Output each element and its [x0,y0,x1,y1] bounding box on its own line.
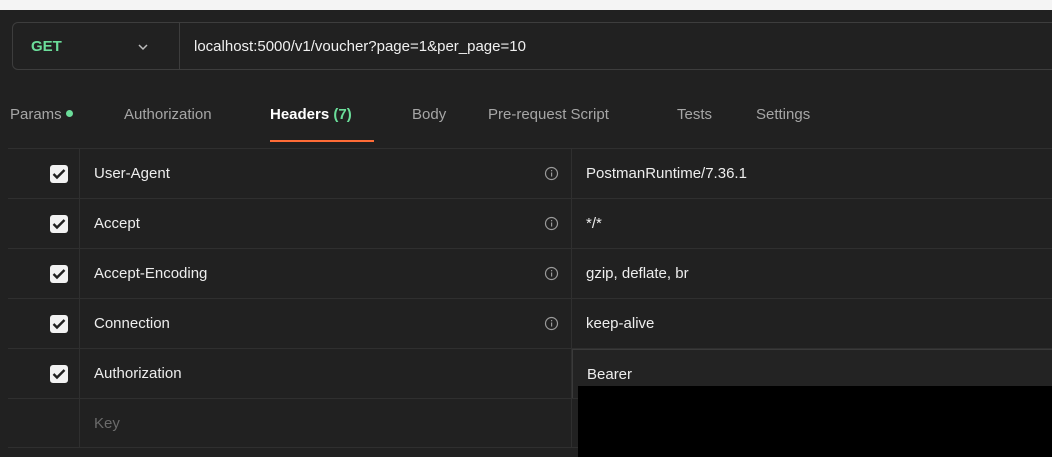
enable-checkbox[interactable] [50,315,68,333]
check-icon [52,219,66,230]
info-icon[interactable] [544,216,559,231]
tab-params-label: Params [10,106,62,123]
enable-checkbox[interactable] [50,215,68,233]
params-active-dot [65,110,73,117]
tab-params[interactable]: Params [10,106,73,123]
check-icon [52,269,66,280]
method-dropdown[interactable]: GET [13,23,180,69]
headers-count: (7) [333,106,352,123]
check-icon [52,169,66,180]
header-key[interactable]: Authorization [80,349,572,398]
table-row: Connection keep-alive [8,298,1052,348]
table-row: Accept-Encoding gzip, deflate, br [8,248,1052,298]
check-icon [52,319,66,330]
header-key[interactable]: Accept [80,199,572,248]
redacted-token [578,386,1052,457]
chevron-down-icon [138,44,148,51]
checkbox-cell [8,399,80,447]
header-value[interactable]: PostmanRuntime/7.36.1 [572,149,1052,198]
checkbox-cell [8,299,80,348]
method-label: GET [31,37,62,55]
info-icon[interactable] [544,266,559,281]
tab-tests[interactable]: Tests [677,106,712,123]
header-key[interactable]: User-Agent [80,149,572,198]
header-value[interactable]: */* [572,199,1052,248]
header-key[interactable]: Accept-Encoding [80,249,572,298]
checkbox-cell [8,349,80,398]
active-tab-indicator [270,140,374,142]
tab-pre-request-script[interactable]: Pre-request Script [488,106,609,123]
table-row: Accept */* [8,198,1052,248]
tab-headers-label: Headers [270,106,330,123]
check-icon [52,369,66,380]
tab-authorization[interactable]: Authorization [124,106,212,123]
header-value[interactable]: keep-alive [572,299,1052,348]
header-value[interactable]: gzip, deflate, br [572,249,1052,298]
tab-settings[interactable]: Settings [756,106,810,123]
request-url-bar: GET localhost:5000/v1/voucher?page=1&per… [12,22,1052,70]
checkbox-cell [8,199,80,248]
tab-headers[interactable]: Headers (7) [270,106,352,123]
checkbox-cell [8,249,80,298]
url-input[interactable]: localhost:5000/v1/voucher?page=1&per_pag… [180,38,526,55]
checkbox-cell [8,149,80,198]
enable-checkbox[interactable] [50,365,68,383]
enable-checkbox[interactable] [50,165,68,183]
enable-checkbox[interactable] [50,265,68,283]
header-key[interactable]: Connection [80,299,572,348]
table-row: User-Agent PostmanRuntime/7.36.1 [8,148,1052,198]
info-icon[interactable] [544,166,559,181]
postman-request-panel: GET localhost:5000/v1/voucher?page=1&per… [0,10,1052,457]
tab-body[interactable]: Body [412,106,446,123]
new-key-input[interactable]: Key [80,399,572,447]
info-icon[interactable] [544,316,559,331]
